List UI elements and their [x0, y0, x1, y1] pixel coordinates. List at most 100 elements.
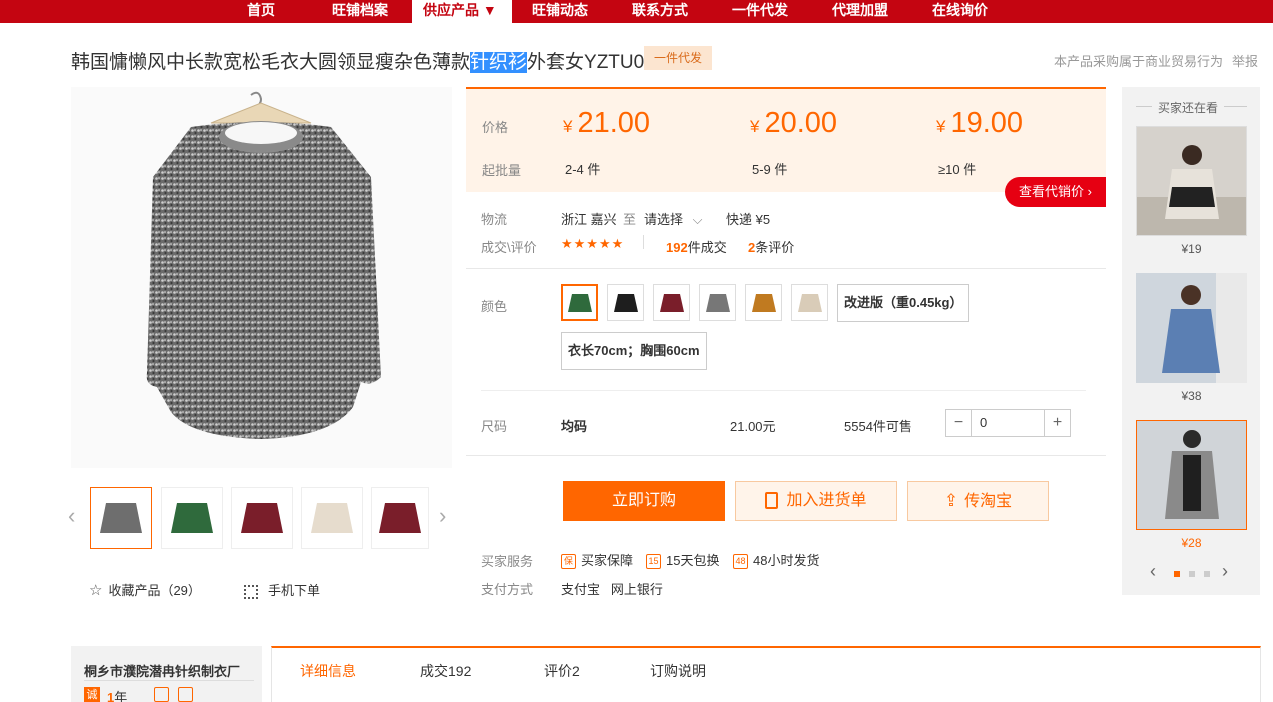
plus-button[interactable]: +: [1044, 410, 1070, 436]
quantity-input[interactable]: 0: [980, 410, 987, 436]
model-photo-icon: [1137, 421, 1246, 529]
service-guarantee[interactable]: 保买家保障: [561, 550, 633, 570]
thumb-sweater-icon: [171, 503, 213, 533]
model-photo-icon: [1136, 273, 1247, 383]
logistics-label: 物流: [481, 212, 508, 227]
color-swatch-beige[interactable]: [791, 284, 828, 321]
thumbnail-5[interactable]: [371, 487, 429, 549]
thumbnail-1[interactable]: [90, 487, 152, 549]
clipboard-icon: [765, 492, 779, 510]
mobile-order-label: 手机下单: [268, 583, 321, 598]
tab-reviews[interactable]: 评价2: [544, 661, 580, 681]
also-viewed-price-2: ¥38: [1181, 389, 1202, 403]
payment-label: 支付方式: [481, 582, 534, 597]
nav-shop-news[interactable]: 旺铺动态: [532, 0, 588, 23]
dropship-badge: 一件代发: [644, 46, 712, 70]
also-viewed-price-3: ¥28: [1181, 536, 1202, 550]
option-improved-version[interactable]: 改进版（重0.45kg）: [837, 284, 970, 322]
also-viewed-item-3[interactable]: [1136, 420, 1247, 530]
nav-contact[interactable]: 联系方式: [632, 0, 688, 23]
title-text-end: 外套女YZTU08: [527, 52, 655, 73]
carousel-dot-active[interactable]: [1174, 571, 1180, 577]
add-to-cart-button[interactable]: 加入进货单: [735, 481, 897, 521]
divider: [481, 390, 1086, 391]
nav-shop-profile[interactable]: 旺铺档案: [332, 0, 388, 23]
calendar-15-icon: 15: [646, 554, 661, 570]
upload-icon: ⇪: [943, 491, 959, 510]
thumbnail-4[interactable]: [301, 487, 363, 549]
tab-details[interactable]: 详细信息: [300, 661, 356, 681]
tab-deals[interactable]: 成交192: [420, 661, 471, 681]
destination-select[interactable]: 请选择 ⌵: [644, 209, 703, 228]
carousel-dot[interactable]: [1204, 571, 1210, 577]
rating-stars: ★★★★★: [561, 236, 625, 251]
member-years: 1年: [107, 690, 128, 702]
nav-agent[interactable]: 代理加盟: [832, 0, 888, 23]
qty-tier-2: 5-9 件: [752, 162, 788, 177]
also-viewed-item-2[interactable]: [1136, 273, 1247, 383]
sidebar-next-icon[interactable]: ›: [1222, 561, 1228, 582]
qty-tier-1: 2-4 件: [565, 162, 601, 177]
nav-dropship[interactable]: 一件代发: [732, 0, 788, 23]
agent-price-button[interactable]: 查看代销价 ›: [1005, 177, 1106, 207]
color-swatch-black[interactable]: [607, 284, 644, 321]
buy-now-button[interactable]: 立即订购: [563, 481, 725, 521]
express-fee: 快递 ¥5: [726, 212, 771, 227]
tab-order-notes[interactable]: 订购说明: [650, 661, 706, 681]
size-value: 均码: [561, 419, 588, 434]
title-text: 韩国慵懒风中长款宽松毛衣大圆领显瘦杂色薄款: [71, 52, 471, 73]
price-label: 价格: [482, 120, 509, 135]
top-nav: 首页 旺铺档案 供应产品 ▼ 旺铺动态 联系方式 一件代发 代理加盟 在线询价: [0, 0, 1273, 24]
company-name[interactable]: 桐乡市濮院潜冉针织制衣厂: [84, 661, 240, 680]
main-product-image[interactable]: [71, 87, 452, 468]
divider: [466, 455, 1106, 456]
to-label: 至: [623, 212, 637, 227]
thumb-prev-icon[interactable]: ‹: [68, 503, 75, 529]
also-viewed-price-1: ¥19: [1181, 242, 1202, 256]
size-label: 尺码: [481, 419, 508, 434]
report-link[interactable]: 举报: [1232, 51, 1258, 70]
thumbnail-2[interactable]: [161, 487, 223, 549]
color-swatch-green[interactable]: [561, 284, 598, 321]
service-15day-exchange[interactable]: 15 15天包换: [646, 550, 719, 570]
ship-from: 浙江 嘉兴: [561, 212, 617, 227]
payment-methods: 支付宝 网上银行: [561, 582, 663, 597]
minus-button[interactable]: −: [946, 410, 972, 436]
color-swatch-gray[interactable]: [699, 284, 736, 321]
favorite-button[interactable]: ☆ 收藏产品（29）: [89, 580, 201, 599]
mobile-order-button[interactable]: 手机下单: [244, 580, 320, 599]
also-viewed-item-1[interactable]: [1136, 126, 1247, 236]
taobao-button[interactable]: ⇪ 传淘宝: [907, 481, 1049, 521]
qr-code-icon: [244, 584, 258, 599]
nav-home[interactable]: 首页: [247, 0, 275, 23]
add-to-cart-label: 加入进货单: [786, 492, 867, 509]
sweater-image: [146, 91, 381, 439]
trust-badge-icon: 诚: [84, 687, 100, 702]
sidebar-prev-icon[interactable]: ‹: [1150, 561, 1156, 582]
model-photo-icon: [1137, 127, 1246, 235]
thumb-sweater-icon: [311, 503, 353, 533]
title-selected-text: 针织衫: [470, 52, 528, 73]
carousel-dot[interactable]: [1189, 571, 1195, 577]
qty-label: 起批量: [482, 163, 522, 178]
nav-products[interactable]: 供应产品 ▼: [412, 0, 512, 24]
also-viewed-title: 买家还在看: [1152, 99, 1225, 116]
thumb-next-icon[interactable]: ›: [439, 503, 446, 529]
thumbnail-3[interactable]: [231, 487, 293, 549]
color-swatch-camel[interactable]: [745, 284, 782, 321]
service-48h-ship[interactable]: 48 48小时发货: [733, 550, 819, 570]
favorite-label: 收藏产品（29）: [108, 583, 201, 598]
quantity-stepper: − 0 +: [945, 409, 1071, 437]
thumb-sweater-icon: [100, 503, 142, 533]
deals-count[interactable]: 192件成交: [666, 237, 727, 256]
option-size-spec[interactable]: 衣长70cm；胸围60cm: [561, 332, 707, 370]
nav-inquiry[interactable]: 在线询价: [932, 0, 988, 23]
destination-select-label: 请选择: [644, 212, 684, 227]
clock-48-icon: 48: [733, 554, 748, 570]
certified-badge-icon: [178, 687, 193, 702]
product-title: 韩国慵懒风中长款宽松毛衣大圆领显瘦杂色薄款针织衫外套女YZTU08: [71, 47, 655, 74]
trade-note: 本产品采购属于商业贸易行为: [1054, 54, 1224, 69]
review-count[interactable]: 2条评价: [748, 237, 794, 256]
color-swatch-wine[interactable]: [653, 284, 690, 321]
price-tier-1: ¥21.00: [563, 107, 651, 139]
